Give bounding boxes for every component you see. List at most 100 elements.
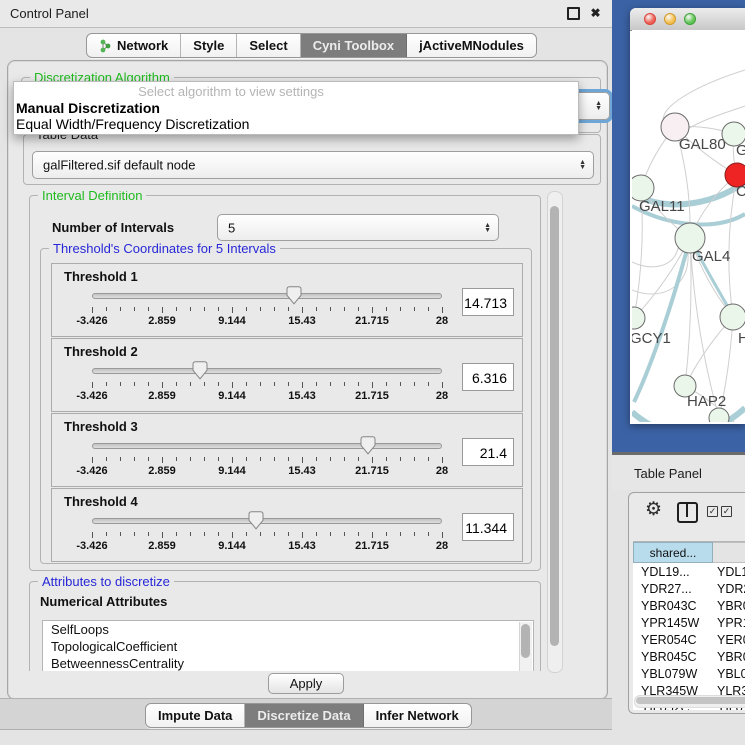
table-row[interactable]: YBR045CYBR0 (633, 649, 745, 666)
zoom-traffic-light[interactable] (684, 13, 696, 25)
slider-track[interactable] (92, 518, 442, 524)
slider-tick (92, 457, 93, 463)
float-window-icon[interactable] (567, 7, 580, 20)
cell-shared-name: YPR145W (641, 615, 699, 632)
column-header-shared[interactable]: shared... (633, 542, 713, 563)
tab-cyni-toolbox[interactable]: Cyni Toolbox (301, 34, 407, 57)
attributes-list-scrollbar-thumb[interactable] (521, 624, 530, 658)
threshold-value-field-2[interactable]: 6.316 (462, 363, 514, 391)
attribute-item-selfloops[interactable]: SelfLoops (43, 621, 533, 638)
slider-tick (120, 532, 121, 536)
slider-track[interactable] (92, 368, 442, 374)
slider-tick-label: 28 (436, 465, 448, 477)
tab-discretize-data[interactable]: Discretize Data (245, 704, 363, 727)
slider-tick (162, 457, 163, 463)
slider-tick (386, 382, 387, 386)
threshold-value-field-3[interactable]: 21.4 (462, 438, 514, 466)
slider-track[interactable] (92, 443, 442, 449)
slider-tick (204, 457, 205, 461)
settings-scrollbar-thumb[interactable] (550, 206, 559, 646)
network-node-b[interactable] (709, 408, 729, 422)
slider-tick (372, 382, 373, 388)
tab-select[interactable]: Select (237, 34, 300, 57)
slider-tick-label: 21.715 (355, 540, 389, 552)
slider-tick-label: 2.859 (148, 465, 176, 477)
table-row[interactable]: YPR145WYPR1 (633, 615, 745, 632)
network-node-gcy1[interactable] (632, 307, 645, 329)
network-node-label: GAL4 (692, 248, 730, 265)
threshold-label: Threshold 3 (64, 419, 138, 434)
threshold-label: Threshold 1 (64, 269, 138, 284)
slider-tick (330, 457, 331, 461)
slider-tick (400, 457, 401, 461)
slider-handle[interactable] (192, 361, 208, 380)
threshold-panel-1: Threshold 1-3.4262.8599.14415.4321.71528… (51, 263, 523, 337)
table-row[interactable]: YBR043CYBR0 (633, 598, 745, 615)
slider-tick (288, 307, 289, 311)
slider-handle[interactable] (248, 511, 264, 530)
slider-tick (358, 532, 359, 536)
close-traffic-light[interactable] (644, 13, 656, 25)
algorithm-option-manual-discretization[interactable]: Manual Discretization (16, 100, 160, 116)
table-data-combo-value: galFiltered.sif default node (43, 158, 195, 173)
slider-tick (232, 457, 233, 463)
slider-tick (428, 532, 429, 536)
tab-style[interactable]: Style (181, 34, 237, 57)
slider-tick (302, 457, 303, 463)
column-header-name[interactable]: na (713, 542, 745, 563)
tab-jactivemnodules[interactable]: jActiveMNodules (407, 34, 536, 57)
number-of-intervals-label: Number of Intervals (52, 220, 174, 235)
slider-tick (218, 532, 219, 536)
slider-tick-label: 15.43 (288, 540, 316, 552)
network-node-h[interactable] (720, 304, 745, 330)
settings-scroll-viewport: Interval Definition Number of Intervals … (22, 191, 544, 671)
bottom-tab-bar: Impute DataDiscretize DataInfer Network (145, 703, 472, 728)
attribute-item-topologicalcoefficient[interactable]: TopologicalCoefficient (43, 638, 533, 655)
slider-tick (218, 307, 219, 311)
slider-tick (442, 457, 443, 463)
tab-impute-data[interactable]: Impute Data (146, 704, 245, 727)
slider-tick (148, 532, 149, 536)
slider-tick (260, 457, 261, 461)
table-row[interactable]: YDL19...YDL1 (633, 564, 745, 581)
network-canvas[interactable]: GAL80G.CGAL11GAL4GCY1HHAP2 (632, 30, 745, 422)
threshold-value-field-4[interactable]: 11.344 (462, 513, 514, 541)
slider-tick (386, 307, 387, 311)
table-hscrollbar-thumb[interactable] (636, 697, 745, 704)
table-data-combo[interactable]: galFiltered.sif default node ▲▼ (32, 151, 594, 179)
split-table-divider (686, 504, 688, 517)
slider-handle[interactable] (360, 436, 376, 455)
tab-infer-network[interactable]: Infer Network (364, 704, 471, 727)
slider-handle[interactable] (286, 286, 302, 305)
tab-network[interactable]: Network (87, 34, 181, 57)
slider-tick (120, 457, 121, 461)
table-row[interactable]: YDR27...YDR2 (633, 581, 745, 598)
checked-checkbox-icon[interactable]: ✓ (707, 506, 718, 517)
slider-tick (344, 382, 345, 386)
slider-tick (148, 457, 149, 461)
float-window-glyph (567, 7, 580, 20)
algorithm-option-equal-width-frequency[interactable]: Equal Width/Frequency Discretization (16, 116, 249, 132)
threshold-slider-2: -3.4262.8599.14415.4321.71528 (92, 361, 442, 407)
node-table: shared... na YDL19...YDL1YDR27...YDR2YBR… (633, 541, 745, 710)
slider-tick-label: 28 (436, 540, 448, 552)
cell-name: YDL1 (717, 564, 745, 581)
minimize-traffic-light[interactable] (664, 13, 676, 25)
algorithm-popup-hint: Select algorithm to view settings (14, 84, 448, 99)
threshold-value-field-1[interactable]: 14.713 (462, 288, 514, 316)
apply-button[interactable]: Apply (268, 673, 344, 694)
split-table-icon[interactable] (677, 502, 698, 523)
gear-icon[interactable]: ⚙ (645, 498, 662, 521)
slider-track[interactable] (92, 293, 442, 299)
network-node-label: GAL11 (639, 198, 685, 215)
slider-tick-label: 9.144 (218, 465, 246, 477)
checked-checkbox-icon[interactable]: ✓ (721, 506, 732, 517)
table-row[interactable]: YER054CYER0 (633, 632, 745, 649)
slider-tick (106, 382, 107, 386)
attribute-item-betweennesscentrality[interactable]: BetweennessCentrality (43, 655, 533, 671)
number-of-intervals-combo[interactable]: 5 ▲▼ (217, 214, 499, 241)
table-hscrollbar (634, 695, 745, 708)
close-window-icon[interactable]: ✖ (589, 7, 602, 20)
table-row[interactable]: YBL079WYBL0 (633, 666, 745, 683)
bottom-tab-strip: Impute DataDiscretize DataInfer Network (0, 698, 612, 730)
